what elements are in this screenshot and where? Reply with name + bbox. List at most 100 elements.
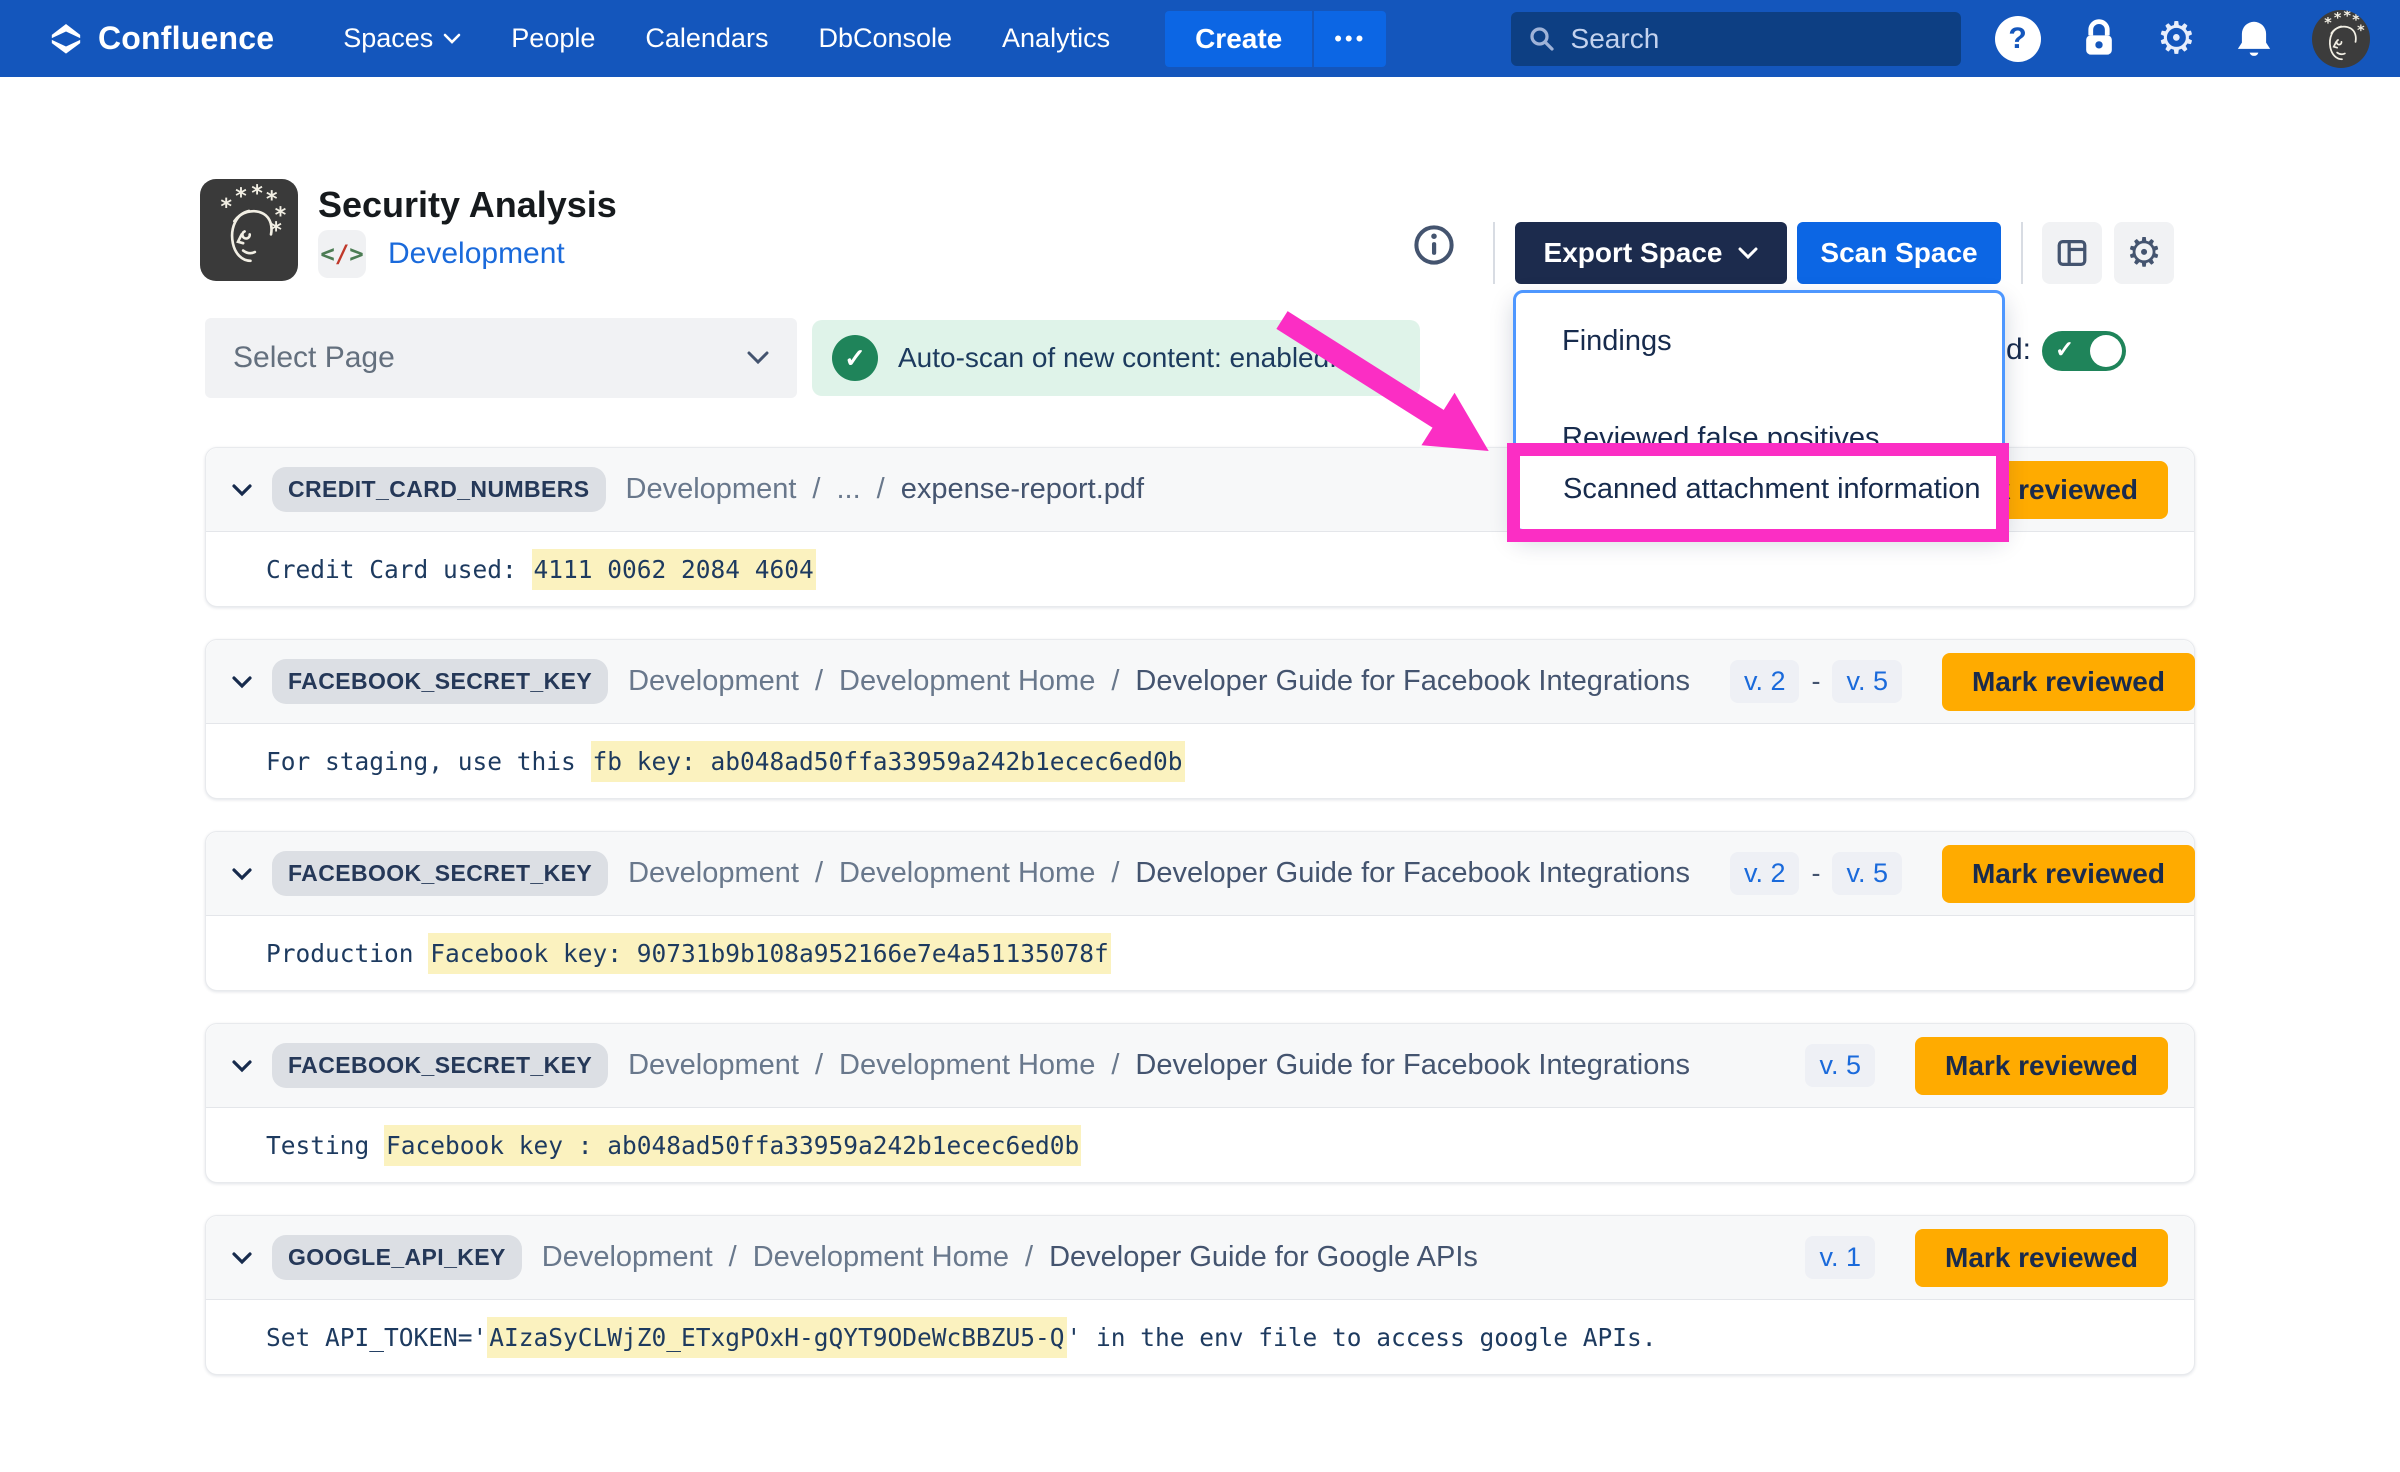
menu-item-findings[interactable]: Findings	[1516, 293, 2002, 390]
content-pre: Production	[266, 939, 428, 968]
version-badges: v. 2-v. 5	[1730, 852, 1902, 895]
breadcrumb-item[interactable]: Development Home	[839, 857, 1095, 890]
scan-space-button[interactable]: Scan Space	[1797, 222, 2001, 284]
menu-item-scanned-attachment-information[interactable]: Scanned attachment information	[1519, 451, 1997, 528]
breadcrumb-item[interactable]: ...	[836, 473, 860, 506]
finding-type-badge: GOOGLE_API_KEY	[272, 1235, 522, 1280]
version-badge[interactable]: v. 5	[1832, 852, 1902, 895]
breadcrumb-separator: /	[1025, 1241, 1033, 1274]
finding-header[interactable]: FACEBOOK_SECRET_KEY Development / Develo…	[206, 640, 2194, 724]
export-space-button[interactable]: Export Space	[1515, 222, 1787, 284]
content-pre: Testing	[266, 1131, 384, 1160]
space-breadcrumb: </> Development	[318, 230, 565, 278]
breadcrumb-item[interactable]: Development	[628, 665, 799, 698]
breadcrumb-item[interactable]: Developer Guide for Facebook Integration…	[1135, 1049, 1690, 1082]
finding-header[interactable]: FACEBOOK_SECRET_KEY Development / Develo…	[206, 832, 2194, 916]
breadcrumb-item[interactable]: Development	[626, 473, 797, 506]
lock-icon[interactable]	[2077, 17, 2121, 61]
gear-icon: ⚙	[2126, 233, 2162, 273]
check-circle-icon: ✓	[832, 335, 878, 381]
mark-reviewed-button[interactable]: Mark reviewed	[1915, 1229, 2168, 1287]
brand-name: Confluence	[98, 20, 274, 57]
breadcrumb-item[interactable]: Development	[628, 857, 799, 890]
version-badge[interactable]: v. 5	[1805, 1044, 1875, 1087]
finding-content: Production Facebook key: 90731b9b108a952…	[206, 916, 2194, 991]
breadcrumb-separator: /	[1111, 857, 1119, 890]
nav-item-calendars[interactable]: Calendars	[645, 23, 768, 54]
autoscan-status-badge: ✓ Auto-scan of new content: enabled.	[812, 320, 1420, 396]
breadcrumb-item[interactable]: Developer Guide for Facebook Integration…	[1135, 665, 1690, 698]
chevron-down-icon[interactable]	[232, 1059, 252, 1073]
chevron-down-icon[interactable]	[232, 483, 252, 497]
svg-text:*: *	[2324, 15, 2333, 31]
autoscan-toggle[interactable]: ✓	[2042, 331, 2126, 371]
help-icon[interactable]: ?	[1995, 16, 2041, 62]
breadcrumb-separator: /	[729, 1241, 737, 1274]
breadcrumb-item[interactable]: expense-report.pdf	[901, 473, 1144, 506]
bell-icon[interactable]	[2232, 17, 2276, 61]
nav-item-spaces[interactable]: Spaces	[343, 23, 461, 54]
finding-type-badge: CREDIT_CARD_NUMBERS	[272, 467, 606, 512]
chevron-down-icon	[747, 351, 769, 365]
chevron-down-icon[interactable]	[232, 675, 252, 689]
finding-card: FACEBOOK_SECRET_KEY Development / Develo…	[205, 1023, 2195, 1183]
breadcrumb: Development / ... / expense-report.pdf	[626, 473, 1145, 506]
version-badge[interactable]: v. 2	[1730, 660, 1800, 703]
breadcrumb-item[interactable]: Development Home	[839, 665, 1095, 698]
breadcrumb-item[interactable]: Developer Guide for Facebook Integration…	[1135, 857, 1690, 890]
breadcrumb-separator: /	[815, 857, 823, 890]
version-badge[interactable]: v. 2	[1730, 852, 1800, 895]
finding-type-badge: FACEBOOK_SECRET_KEY	[272, 1043, 608, 1088]
version-badges: v. 1	[1805, 1236, 1875, 1279]
nav-icon-group: ? ⚙	[1995, 10, 2370, 68]
mark-reviewed-button[interactable]: Mark reviewed	[1915, 1037, 2168, 1095]
breadcrumb-item[interactable]: Development Home	[839, 1049, 1095, 1082]
space-link[interactable]: Development	[388, 237, 565, 271]
search-input[interactable]	[1569, 22, 1945, 56]
version-badge[interactable]: v. 1	[1805, 1236, 1875, 1279]
breadcrumb-item[interactable]: Development	[542, 1241, 713, 1274]
finding-type-badge: FACEBOOK_SECRET_KEY	[272, 659, 608, 704]
finding-card: GOOGLE_API_KEY Development / Development…	[205, 1215, 2195, 1375]
toggle-check-icon: ✓	[2055, 336, 2074, 363]
sidebar-layout-icon	[2054, 236, 2090, 270]
select-page-dropdown[interactable]: Select Page	[205, 318, 797, 398]
breadcrumb-separator: /	[1111, 665, 1119, 698]
breadcrumb: Development / Development Home / Develop…	[542, 1241, 1478, 1274]
mark-reviewed-button[interactable]: Mark reviewed	[1942, 653, 2195, 711]
breadcrumb: Development / Development Home / Develop…	[628, 1049, 1690, 1082]
breadcrumb-item[interactable]: Developer Guide for Google APIs	[1049, 1241, 1478, 1274]
create-button[interactable]: Create	[1165, 11, 1312, 67]
nav-item-dbconsole[interactable]: DbConsole	[818, 23, 952, 54]
finding-header[interactable]: FACEBOOK_SECRET_KEY Development / Develo…	[206, 1024, 2194, 1108]
help-glyph: ?	[2008, 22, 2026, 56]
breadcrumb-separator: /	[815, 665, 823, 698]
mark-reviewed-button[interactable]: Mark reviewed	[1942, 845, 2195, 903]
content-highlight: fb key: ab048ad50ffa33959a242b1ecec6ed0b	[591, 741, 1185, 782]
breadcrumb-separator: /	[815, 1049, 823, 1082]
autoscan-status-text: Auto-scan of new content: enabled.	[898, 342, 1337, 374]
confluence-logo[interactable]: Confluence	[46, 19, 274, 59]
finding-header[interactable]: GOOGLE_API_KEY Development / Development…	[206, 1216, 2194, 1300]
search-icon	[1527, 24, 1557, 54]
page-title: Security Analysis	[318, 184, 617, 226]
version-badge[interactable]: v. 5	[1832, 660, 1902, 703]
space-avatar[interactable]: *** ***	[200, 179, 298, 281]
user-avatar[interactable]: *** **	[2312, 10, 2370, 68]
breadcrumb-item[interactable]: Development	[628, 1049, 799, 1082]
create-more-button[interactable]: •••	[1314, 11, 1386, 67]
version-badges: v. 5	[1805, 1044, 1875, 1087]
chevron-down-icon[interactable]	[232, 1251, 252, 1265]
breadcrumb-item[interactable]: Development Home	[753, 1241, 1009, 1274]
nav-item-people[interactable]: People	[511, 23, 595, 54]
finding-content: Testing Facebook key : ab048ad50ffa33959…	[206, 1108, 2194, 1183]
sidebar-layout-button[interactable]	[2042, 222, 2102, 284]
search-box[interactable]	[1511, 12, 1961, 66]
settings-gear-icon[interactable]: ⚙	[2157, 17, 2196, 61]
chevron-down-icon	[443, 33, 461, 45]
nav-item-analytics[interactable]: Analytics	[1002, 23, 1110, 54]
space-settings-button[interactable]: ⚙	[2114, 222, 2174, 284]
info-icon[interactable]	[1412, 223, 1456, 267]
avatar-face-drawing: *** **	[2312, 10, 2370, 68]
chevron-down-icon[interactable]	[232, 867, 252, 881]
